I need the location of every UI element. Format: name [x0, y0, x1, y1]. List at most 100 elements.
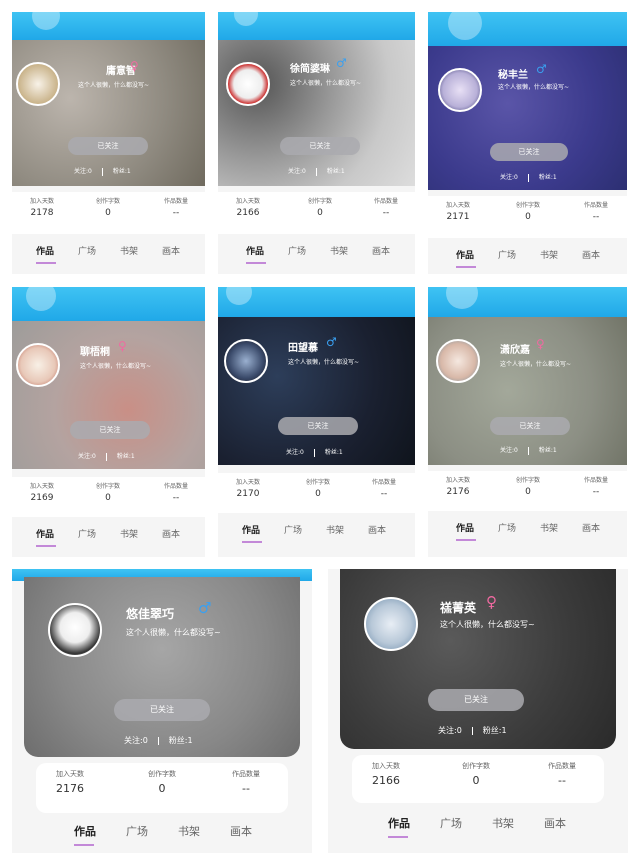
follow-counts: 关注:0 粉丝:1 [500, 445, 557, 455]
avatar[interactable] [436, 339, 480, 383]
tab-picturebook[interactable]: 画本 [582, 248, 600, 261]
stat-value: 2171 [446, 212, 470, 222]
profile-card: 田望慕 ♂ 这个人很懒，什么都没写~ 已关注 关注:0 粉丝:1 [218, 317, 415, 465]
user-bio: 这个人很懒，什么都没写~ [126, 628, 221, 637]
follow-button[interactable]: 已关注 [428, 689, 524, 711]
follow-button[interactable]: 已关注 [114, 699, 210, 721]
avatar[interactable] [438, 68, 482, 112]
stat-books: 作品数量 -- [566, 475, 626, 497]
tab-square[interactable]: 广场 [498, 248, 516, 261]
tab-bookshelf[interactable]: 书架 [178, 823, 200, 839]
tab-square[interactable]: 广场 [284, 523, 302, 536]
tab-square[interactable]: 广场 [498, 521, 516, 534]
stat-days: 加入天数 2166 [356, 761, 416, 787]
tab-works[interactable]: 作品 [246, 244, 266, 264]
fans-count: 粉丝:1 [538, 447, 557, 454]
tab-works[interactable]: 作品 [242, 523, 262, 543]
profile-panel-1: 庸意智 ♀ 这个人很懒，什么都没写~ 已关注 关注:0 粉丝:1 加入天数 2178… [12, 12, 205, 274]
tab-works[interactable]: 作品 [456, 521, 476, 541]
female-icon: ♀ [130, 59, 139, 73]
female-icon: ♀ [536, 337, 545, 351]
header-bar [12, 12, 205, 40]
avatar[interactable] [48, 603, 102, 657]
avatar[interactable] [16, 343, 60, 387]
stat-days: 加入天数 2166 [218, 196, 278, 218]
following-count: 关注:0 [124, 736, 148, 745]
tab-works[interactable]: 作品 [74, 823, 96, 846]
stat-value: 0 [472, 774, 480, 787]
stat-works: 创作字数 0 [132, 769, 192, 795]
tab-bookshelf[interactable]: 书架 [492, 815, 514, 831]
tab-bookshelf[interactable]: 书架 [540, 248, 558, 261]
fans-count: 粉丝:1 [324, 449, 343, 456]
follow-button[interactable]: 已关注 [490, 143, 568, 161]
tab-works[interactable]: 作品 [456, 248, 476, 268]
stat-label: 作品数量 [371, 479, 396, 486]
follow-button[interactable]: 已关注 [280, 137, 360, 155]
follow-counts: 关注:0 粉丝:1 [286, 447, 343, 457]
stats-row: 加入天数 2166 创作字数 0 作品数量 -- [352, 755, 604, 803]
stat-books: 作品数量 -- [216, 769, 276, 795]
tab-works[interactable]: 作品 [36, 527, 56, 547]
tab-bar: 作品 广场 书架 画本 [12, 234, 205, 274]
avatar[interactable] [364, 597, 418, 651]
profile-card: 潇欣嘉 ♀ 这个人很懒，什么都没写~ 已关注 关注:0 粉丝:1 [428, 317, 627, 465]
follow-button[interactable]: 已关注 [68, 137, 148, 155]
tab-square[interactable]: 广场 [126, 823, 148, 839]
following-count: 关注:0 [286, 449, 304, 456]
user-name: 秘丰兰 [498, 70, 528, 81]
tab-square[interactable]: 广场 [78, 244, 96, 257]
stat-value: -- [172, 493, 180, 503]
tab-picturebook[interactable]: 画本 [162, 244, 180, 257]
tab-picturebook[interactable]: 画本 [372, 244, 390, 257]
fans-count: 粉丝:1 [168, 736, 193, 745]
stat-books: 作品数量 -- [532, 761, 592, 787]
tab-works[interactable]: 作品 [36, 244, 56, 264]
tab-picturebook[interactable]: 画本 [544, 815, 566, 831]
follow-button[interactable]: 已关注 [490, 417, 570, 435]
avatar[interactable] [224, 339, 268, 383]
following-count: 关注:0 [74, 168, 92, 175]
tab-picturebook[interactable]: 画本 [582, 521, 600, 534]
stat-works: 创作字数 0 [290, 196, 350, 218]
following-count: 关注:0 [500, 174, 518, 181]
male-icon: ♂ [536, 62, 547, 76]
user-name: 徐简婆琳 [290, 64, 330, 75]
follow-counts: 关注:0 粉丝:1 [438, 725, 507, 736]
tab-works[interactable]: 作品 [388, 815, 410, 838]
avatar[interactable] [226, 62, 270, 106]
stat-value: 0 [525, 212, 531, 222]
stat-label: 加入天数 [372, 762, 400, 770]
tab-bar: 作品 广场 书架 画本 [428, 511, 627, 551]
tab-square[interactable]: 广场 [78, 527, 96, 540]
tab-bookshelf[interactable]: 书架 [120, 244, 138, 257]
avatar[interactable] [16, 62, 60, 106]
header-bar [428, 287, 627, 317]
stat-value: -- [380, 489, 388, 499]
stat-works: 创作字数 0 [498, 475, 558, 497]
stat-label: 加入天数 [235, 479, 260, 486]
profile-panel-2: 徐简婆琳 ♂ 这个人很懒，什么都没写~ 已关注 关注:0 粉丝:1 加入天数 216… [218, 12, 415, 274]
fans-count: 粉丝:1 [116, 453, 135, 460]
tab-bookshelf[interactable]: 书架 [540, 521, 558, 534]
tab-bookshelf[interactable]: 书架 [330, 244, 348, 257]
follow-button[interactable]: 已关注 [278, 417, 358, 435]
tab-square[interactable]: 广场 [440, 815, 462, 831]
follow-button[interactable]: 已关注 [70, 421, 150, 439]
fans-count: 粉丝:1 [538, 174, 557, 181]
profile-card: 聊梧桐 ♀ 这个人很懒，什么都没写~ 已关注 关注:0 粉丝:1 [12, 321, 205, 469]
tab-picturebook[interactable]: 画本 [368, 523, 386, 536]
tab-square[interactable]: 广场 [288, 244, 306, 257]
fans-count: 粉丝:1 [112, 168, 131, 175]
stat-books: 作品数量 -- [566, 200, 626, 222]
tab-picturebook[interactable]: 画本 [230, 823, 252, 839]
tab-bar: 作品 广场 书架 画本 [218, 234, 415, 274]
tab-bookshelf[interactable]: 书架 [326, 523, 344, 536]
user-bio: 这个人很懒，什么都没写~ [290, 80, 362, 87]
stat-value: 2166 [236, 208, 260, 218]
stat-value: -- [382, 208, 390, 218]
following-count: 关注:0 [288, 168, 306, 175]
tab-picturebook[interactable]: 画本 [162, 527, 180, 540]
tab-bookshelf[interactable]: 书架 [120, 527, 138, 540]
header-bar [218, 287, 415, 317]
